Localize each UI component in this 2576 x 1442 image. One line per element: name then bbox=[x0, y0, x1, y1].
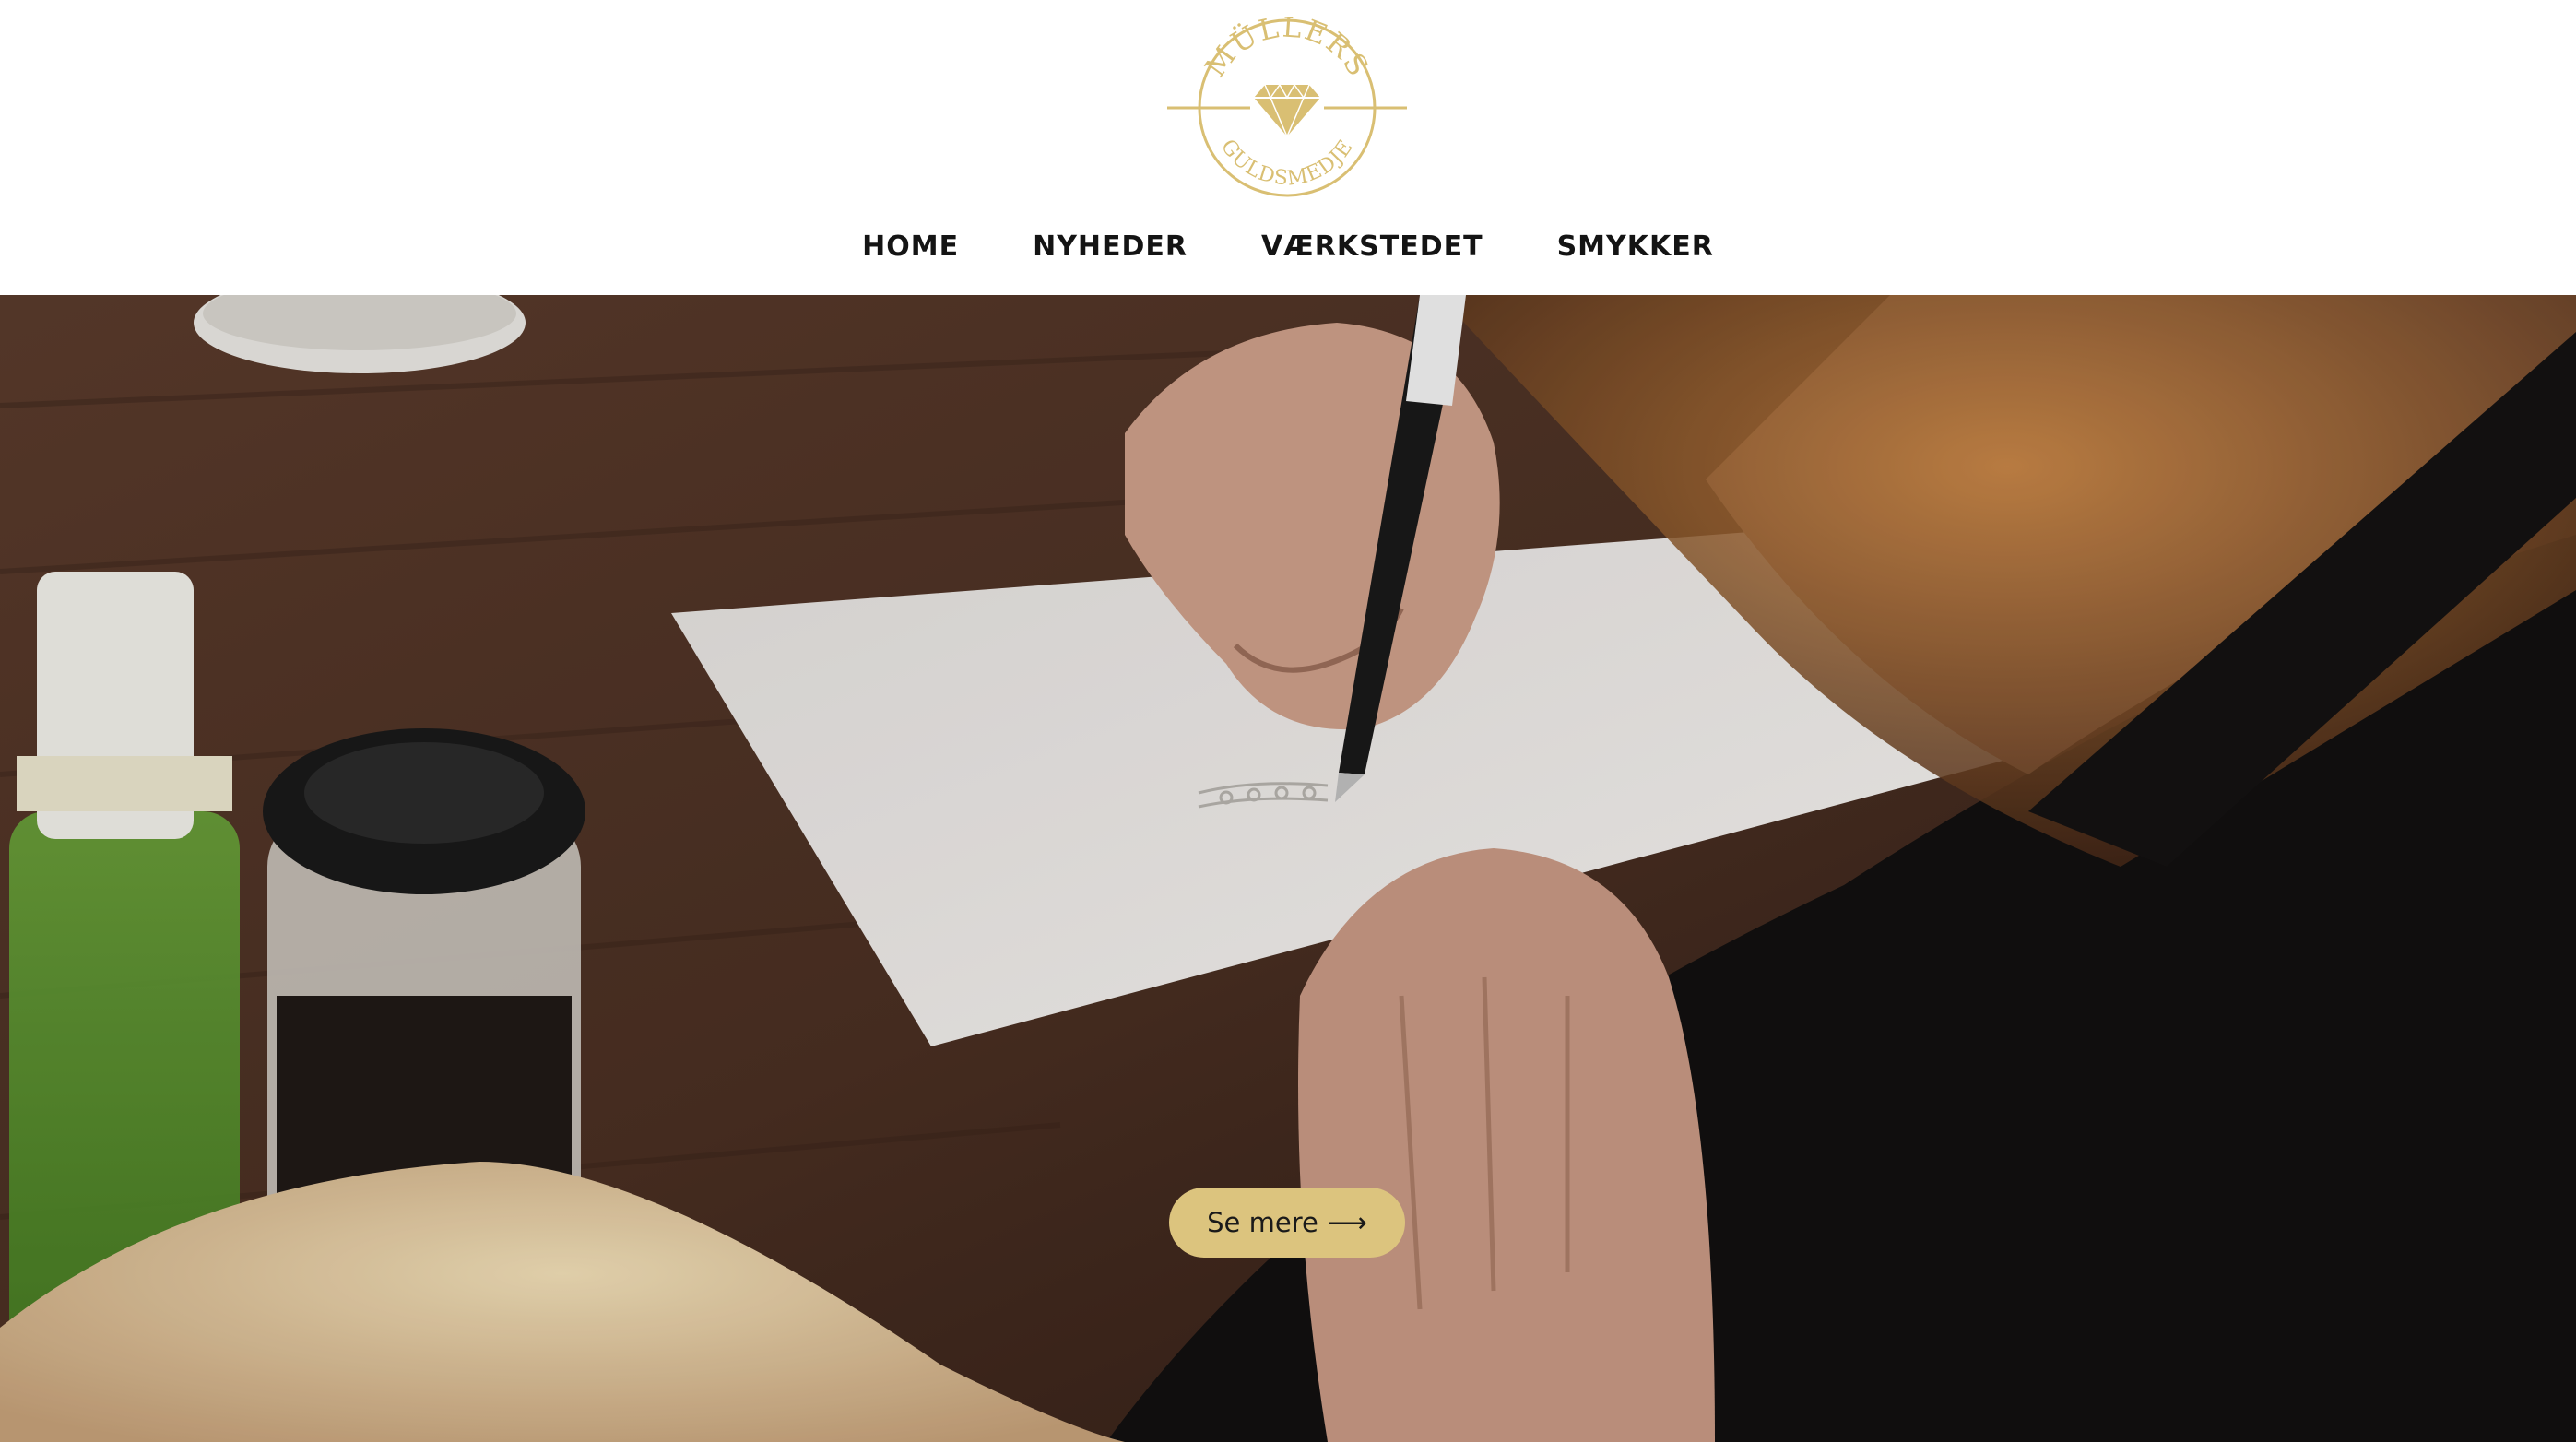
cta-label: Se mere bbox=[1207, 1207, 1318, 1238]
brand-logo[interactable]: MÜLLERS GULDSMEDJE bbox=[1167, 10, 1407, 199]
arrow-right-icon: ⟶ bbox=[1327, 1206, 1367, 1239]
nav-item-nyheder[interactable]: NYHEDER bbox=[996, 221, 1224, 273]
nav-item-vaerkstedet[interactable]: VÆRKSTEDET bbox=[1224, 221, 1520, 273]
logo-bottom-text: GULDSMEDJE bbox=[1216, 136, 1358, 191]
hero-image bbox=[0, 295, 2576, 1442]
hero-section: Se mere ⟶ bbox=[0, 295, 2576, 1442]
diamond-icon bbox=[1254, 83, 1320, 138]
site-header: MÜLLERS GULDSMEDJE HOME NYHEDER VÆRKSTED… bbox=[0, 0, 2576, 295]
logo-top-text: MÜLLERS bbox=[1199, 17, 1376, 84]
nav-item-home[interactable]: HOME bbox=[825, 221, 996, 273]
se-mere-button[interactable]: Se mere ⟶ bbox=[1169, 1188, 1405, 1258]
logo-emblem: MÜLLERS GULDSMEDJE bbox=[1167, 10, 1407, 197]
main-nav: HOME NYHEDER VÆRKSTEDET SMYKKER bbox=[0, 221, 2576, 273]
page: MÜLLERS GULDSMEDJE HOME NYHEDER VÆRKSTED… bbox=[0, 0, 2576, 1442]
nav-item-smykker[interactable]: SMYKKER bbox=[1520, 221, 1751, 273]
